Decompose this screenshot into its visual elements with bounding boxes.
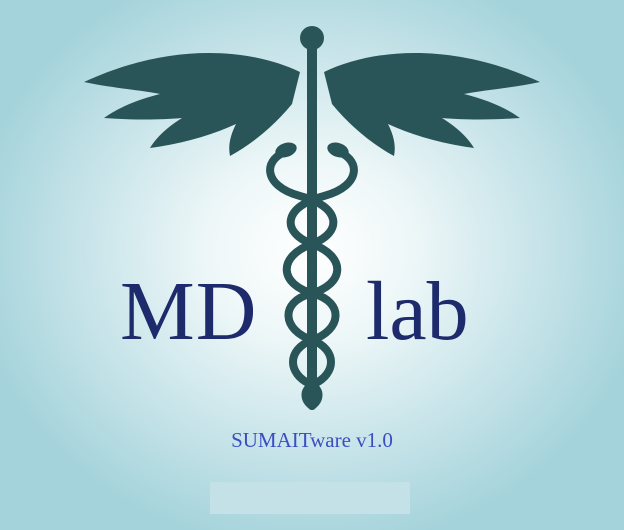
logo-text-lab: lab	[366, 265, 469, 358]
loading-progress-bar	[210, 482, 410, 514]
splash-screen: MD lab SUMAITware v1.0	[0, 0, 624, 530]
version-label: SUMAITware v1.0	[231, 428, 393, 452]
logo-text-md: MD	[120, 265, 258, 358]
